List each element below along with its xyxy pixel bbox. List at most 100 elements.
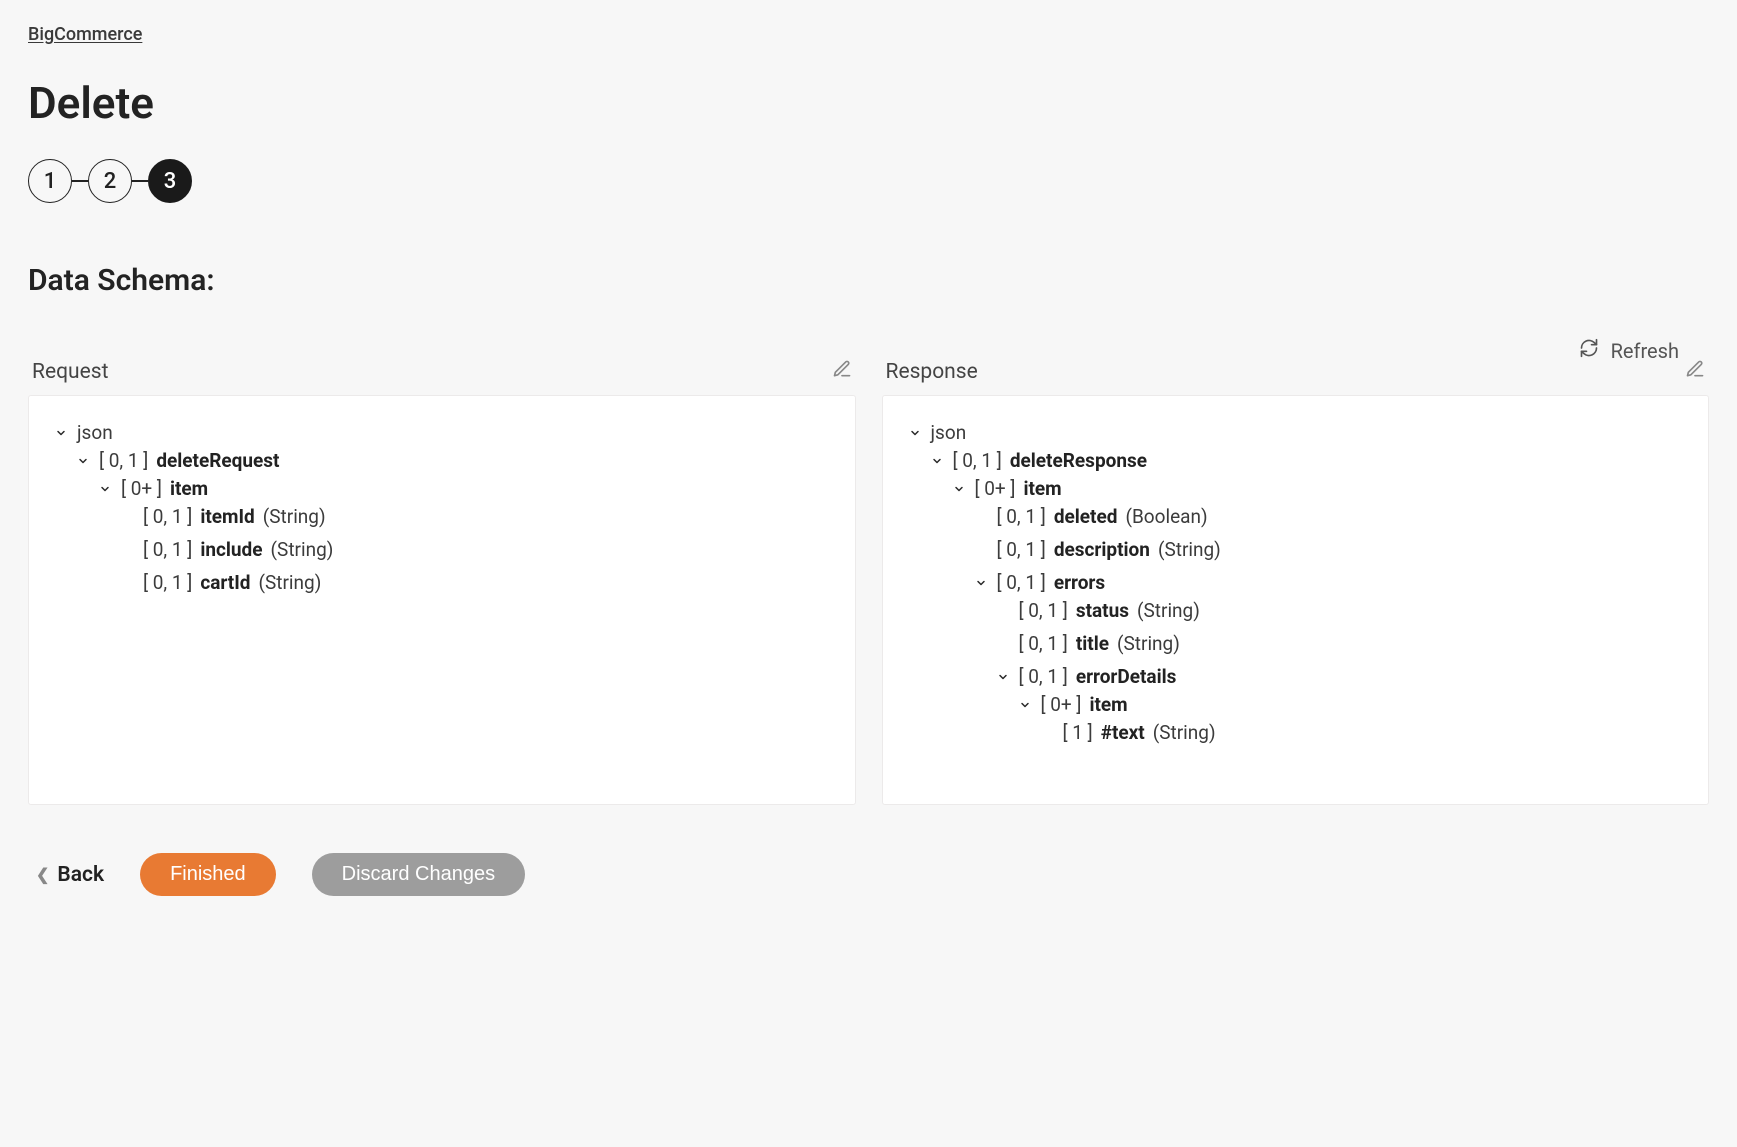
tree-row[interactable]: [ 0+ ]item [1017,693,1685,716]
cardinality: [ 0, 1 ] [143,505,192,528]
tree-node: [ 0, 1 ]errorDetails [ 0+ ]item [ 1 ] #text… [995,660,1685,759]
chevron-down-icon [995,671,1011,683]
tree-row[interactable]: [ 0, 1 ] include (String) [119,538,831,561]
cardinality: [ 0, 1 ] [143,571,192,594]
tree-node: [ 0, 1 ] deleteRequest [ 0+ ] item [ 0, 1 ] i… [75,444,831,609]
field-name: description [1054,538,1150,561]
tree-node: [ 0, 1 ] description (String) [973,533,1685,566]
finished-button[interactable]: Finished [140,853,276,896]
chevron-down-icon [75,455,91,467]
field-type: (String) [1153,721,1216,744]
tree-row[interactable]: [ 0+ ]item [951,477,1685,500]
cardinality: [ 1 ] [1063,721,1093,744]
chevron-down-icon [973,577,989,589]
cardinality: [ 0, 1 ] [997,571,1046,594]
cardinality: [ 0, 1 ] [1019,632,1068,655]
chevron-down-icon [951,483,967,495]
field-type: (String) [258,571,321,594]
step-3[interactable]: 3 [148,159,192,203]
tree-row[interactable]: json [53,421,831,444]
field-type: (String) [1117,632,1180,655]
tree-row[interactable]: [ 0, 1 ] errors [973,571,1685,594]
field-type: (String) [263,505,326,528]
cardinality: [ 0+ ] [975,477,1016,500]
tree-row[interactable]: [ 1 ] #text (String) [1039,721,1685,744]
field-name: json [77,421,113,444]
back-label: Back [57,863,104,887]
tree-row[interactable]: [ 0, 1 ]errorDetails [995,665,1685,688]
field-name: errors [1054,571,1105,594]
tree-row[interactable]: [ 0, 1 ] cartId (String) [119,571,831,594]
response-panel-title: Response [886,360,978,384]
chevron-down-icon [907,427,923,439]
cardinality: [ 0, 1 ] [1019,599,1068,622]
field-type: (String) [271,538,334,561]
tree-row[interactable]: [ 0, 1 ] title (String) [995,632,1685,655]
field-name: deleteRequest [156,449,279,472]
field-type: (String) [1158,538,1221,561]
tree-node: [ 0+ ]item[ 0, 1 ]deleted(Boolean)[ 0, 1… [951,472,1685,769]
field-name: cartId [200,571,250,594]
field-name: item [170,477,208,500]
field-name: errorDetails [1076,665,1177,688]
tree-node: [ 0, 1 ] cartId (String) [119,566,831,599]
breadcrumb[interactable]: BigCommerce [28,24,142,45]
field-name: #text [1101,721,1145,744]
field-name: include [200,538,262,561]
tree-node: [ 0, 1 ] title (String) [995,627,1685,660]
chevron-down-icon [53,427,69,439]
chevron-down-icon [1017,699,1033,711]
page-title: Delete [28,77,1709,129]
tree-row[interactable]: [ 0, 1 ] description (String) [973,538,1685,561]
cardinality: [ 0, 1 ] [997,505,1046,528]
response-tree: json[ 0, 1 ]deleteResponse[ 0+ ]item[ 0,… [882,395,1710,805]
pencil-icon[interactable] [1685,359,1705,385]
tree-row[interactable]: [ 0, 1 ] status (String) [995,599,1685,622]
tree-node: [ 0, 1 ] deleted (Boolean) [973,500,1685,533]
step-1[interactable]: 1 [28,159,72,203]
cardinality: [ 0+ ] [121,477,162,500]
tree-row[interactable]: [ 0, 1 ] deleteRequest [75,449,831,472]
back-button[interactable]: ❮ Back [36,863,104,887]
discard-button[interactable]: Discard Changes [312,853,525,896]
field-name: deleted [1054,505,1118,528]
chevron-down-icon [929,455,945,467]
stepper: 123 [28,159,1709,203]
field-name: itemId [200,505,254,528]
tree-row[interactable]: [ 0, 1 ] deleted (Boolean) [973,505,1685,528]
pencil-icon[interactable] [832,359,852,385]
tree-node: [ 0, 1 ] itemId (String) [119,500,831,533]
tree-node: [ 0, 1 ] include (String) [119,533,831,566]
field-type: (Boolean) [1125,505,1207,528]
tree-node: json[ 0, 1 ]deleteResponse[ 0+ ]item[ 0,… [907,416,1685,779]
cardinality: [ 0, 1 ] [143,538,192,561]
chevron-left-icon: ❮ [36,865,49,884]
request-tree: json[ 0, 1 ]deleteRequest[ 0+ ]item[ 0, … [28,395,856,805]
step-2[interactable]: 2 [88,159,132,203]
cardinality: [ 0, 1 ] [953,449,1002,472]
tree-row[interactable]: [ 0, 1 ] itemId (String) [119,505,831,528]
tree-row[interactable]: [ 0+ ] item [97,477,831,500]
tree-node: [ 0+ ]item[ 0, 1 ]itemId(String)[ 0, 1 ]… [97,472,831,604]
section-title: Data Schema: [28,263,1709,298]
tree-node: [ 0+ ]item [ 1 ] #text (String) [1017,688,1685,754]
tree-row[interactable]: [ 0, 1 ] deleteResponse [929,449,1685,472]
tree-row[interactable]: json [907,421,1685,444]
cardinality: [ 0, 1 ] [99,449,148,472]
request-panel-title: Request [32,360,108,384]
step-connector [72,180,88,182]
chevron-down-icon [97,483,113,495]
tree-node: [ 0, 1 ]deleteResponse[ 0+ ]item[ 0, 1 ]… [929,444,1685,774]
field-name: item [1089,693,1127,716]
field-name: deleteResponse [1010,449,1147,472]
field-name: json [931,421,967,444]
cardinality: [ 0, 1 ] [997,538,1046,561]
tree-node: json[ 0, 1 ]deleteRequest[ 0+ ]item[ 0, … [53,416,831,614]
field-name: title [1076,632,1109,655]
tree-node: [ 1 ] #text (String) [1039,716,1685,749]
tree-node: [ 0, 1 ] status (String) [995,594,1685,627]
field-name: status [1076,599,1129,622]
tree-node: [ 0, 1 ]errors[ 0, 1 ]status(String)[ 0,… [973,566,1685,764]
field-type: (String) [1137,599,1200,622]
step-connector [132,180,148,182]
